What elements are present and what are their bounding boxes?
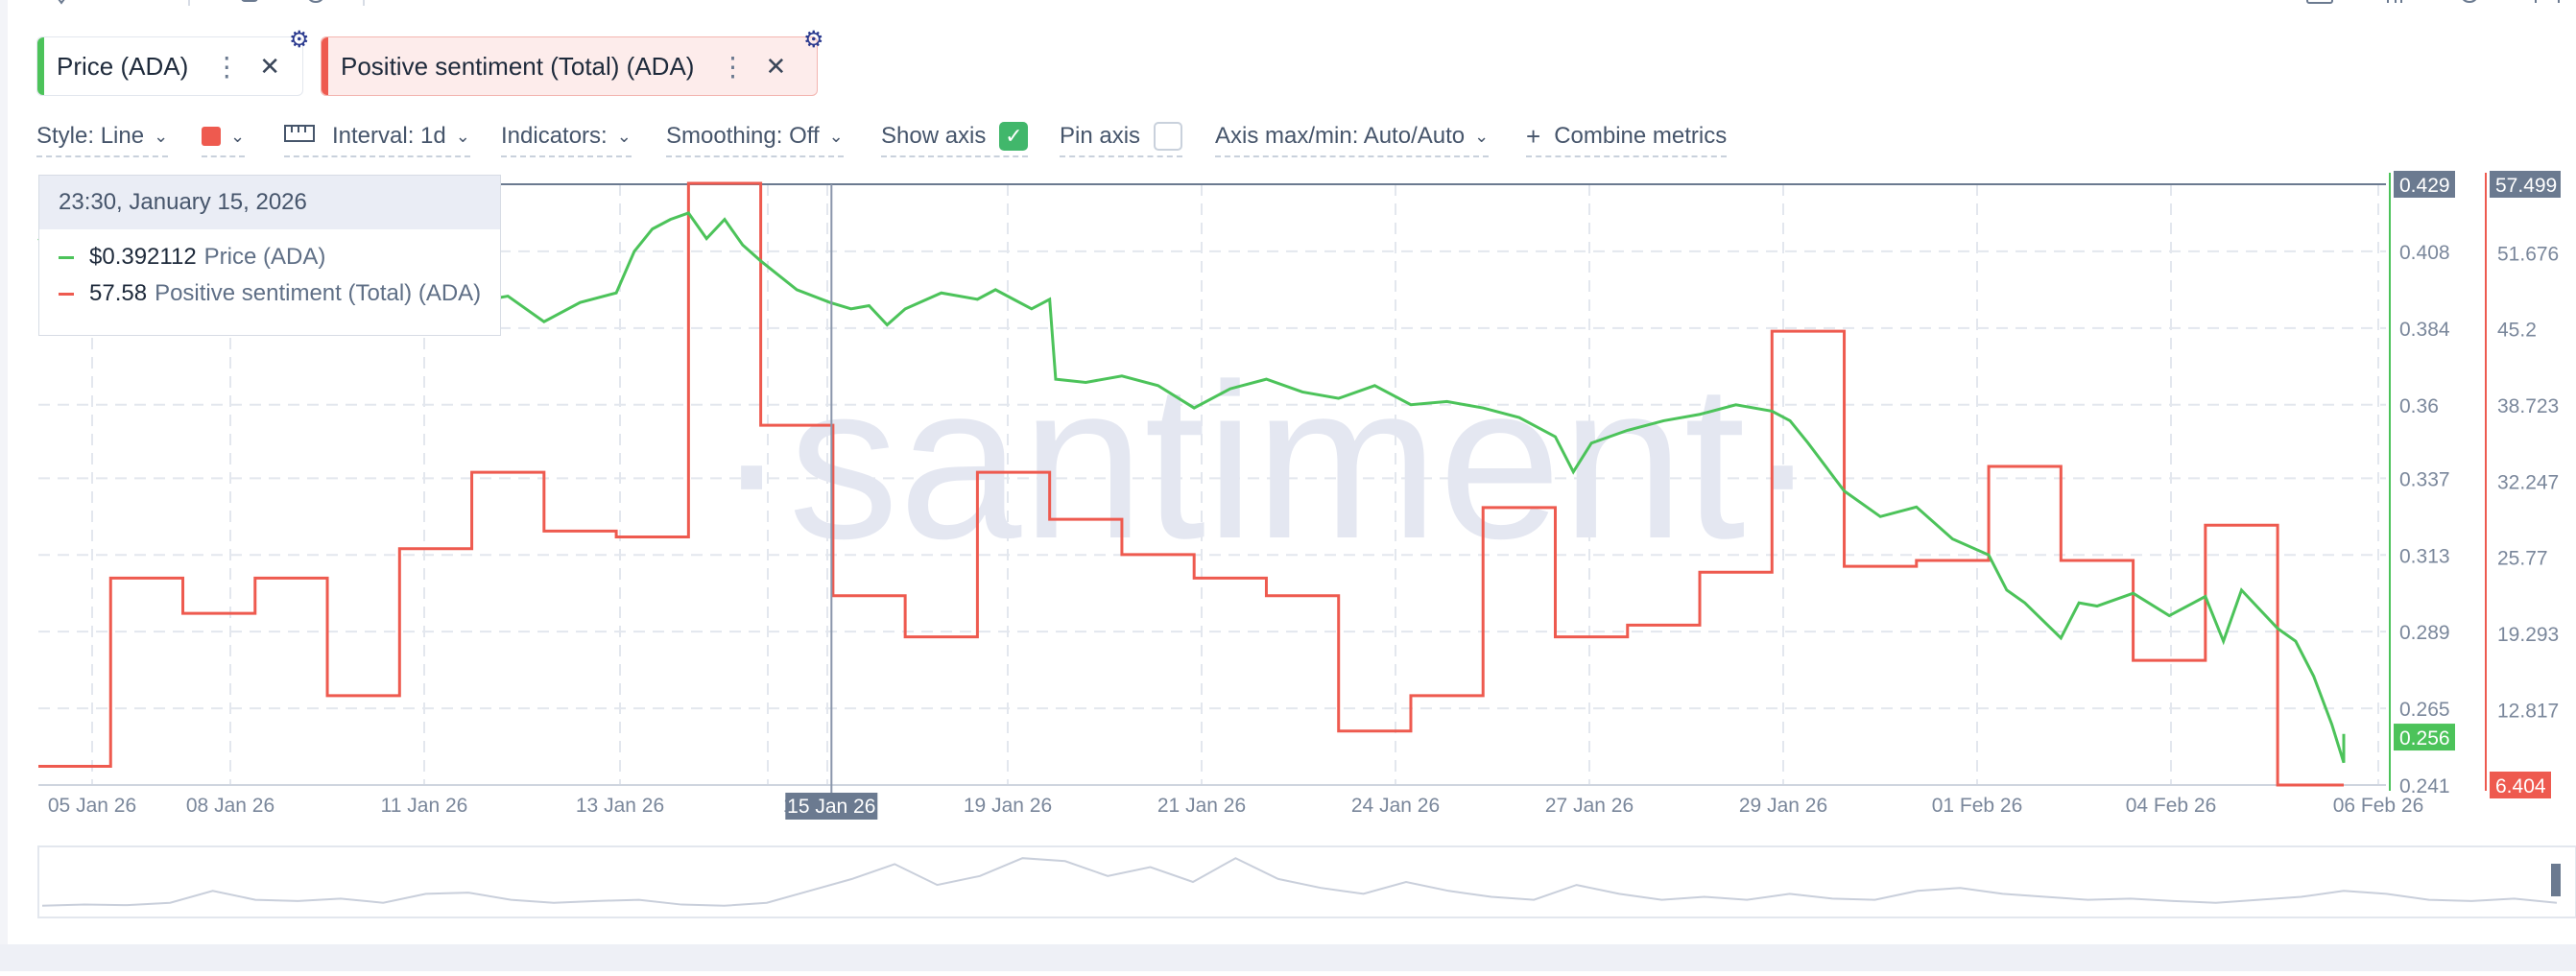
x-axis-tick-label: 19 Jan 26 <box>964 795 1052 817</box>
tooltip-value: $0.392112 <box>89 244 197 270</box>
sentiment-axis-tick-label: 12.817 <box>2497 700 2559 722</box>
watermark-text: ·santiment· <box>715 338 1819 584</box>
x-axis-tick-label: 13 Jan 26 <box>576 795 664 817</box>
x-axis-tick-label: 24 Jan 26 <box>1351 795 1440 817</box>
sentiment-axis-tick-label: 32.247 <box>2497 471 2559 493</box>
tooltip-series-name: Price (ADA) <box>203 244 326 270</box>
tooltip-datetime: 23:30, January 15, 2026 <box>39 176 500 229</box>
price-axis-tick-label: 0.337 <box>2399 468 2450 490</box>
navigator-frame[interactable] <box>37 845 2576 918</box>
navigator-handle[interactable] <box>2551 864 2561 896</box>
price-axis-tick-label: 0.408 <box>2399 242 2450 264</box>
x-axis-tick-label: 06 Feb 26 <box>2333 795 2424 817</box>
sentiment-max-badge: 57.499 <box>2495 175 2557 197</box>
x-axis-tick-label: 08 Jan 26 <box>186 795 274 817</box>
price-axis-tick-label: 0.36 <box>2399 395 2439 417</box>
tooltip-value: 57.58 <box>89 280 148 306</box>
app: Price (ADA) ⋮ ✕ ⚙ Positive sentiment (To… <box>0 0 2576 971</box>
sentiment-min-badge: 6.404 <box>2495 775 2546 797</box>
series-color-dash <box>59 292 74 296</box>
price-last-badge: 0.256 <box>2399 727 2450 750</box>
x-axis-tick-label: 05 Jan 26 <box>48 795 136 817</box>
sentiment-axis-tick-label: 25.77 <box>2497 548 2548 570</box>
x-axis-tick-label: 29 Jan 26 <box>1739 795 1827 817</box>
x-axis-tick-label: 21 Jan 26 <box>1157 795 1246 817</box>
tooltip-series-name: Positive sentiment (Total) (ADA) <box>155 280 482 306</box>
x-axis-tick-label: 11 Jan 26 <box>381 795 468 817</box>
chart-svg[interactable]: ·santiment· 0.408 0.384 0.36 0.337 0.313 0.289… <box>0 0 2576 971</box>
series-color-dash <box>59 255 74 259</box>
x-axis-tick-label: 27 Jan 26 <box>1545 795 1634 817</box>
price-axis-tick-label: 0.265 <box>2399 699 2450 721</box>
x-highlight-badge: 15 Jan 26 <box>787 796 875 818</box>
tooltip-row-sentiment: 57.58 Positive sentiment (Total) (ADA) <box>39 277 500 310</box>
chart-tooltip: 23:30, January 15, 2026 $0.392112 Price … <box>38 175 501 336</box>
sentiment-axis-tick-label: 38.723 <box>2497 395 2559 417</box>
sentiment-axis-tick-label: 51.676 <box>2497 243 2559 265</box>
tooltip-row-price: $0.392112 Price (ADA) <box>39 241 500 274</box>
sentiment-axis-tick-label: 45.2 <box>2497 320 2537 342</box>
chart-area[interactable]: ·santiment· 0.408 0.384 0.36 0.337 0.313 0.289… <box>0 0 2576 971</box>
x-axis-tick-label: 04 Feb 26 <box>2126 795 2217 817</box>
price-axis-tick-label: 0.384 <box>2399 319 2450 341</box>
sentiment-axis-tick-label: 19.293 <box>2497 624 2559 646</box>
price-axis-tick-label: 0.289 <box>2399 622 2450 644</box>
price-max-badge: 0.429 <box>2399 175 2450 197</box>
price-axis-tick-label: 0.313 <box>2399 545 2450 567</box>
x-axis-tick-label: 01 Feb 26 <box>1932 795 2023 817</box>
